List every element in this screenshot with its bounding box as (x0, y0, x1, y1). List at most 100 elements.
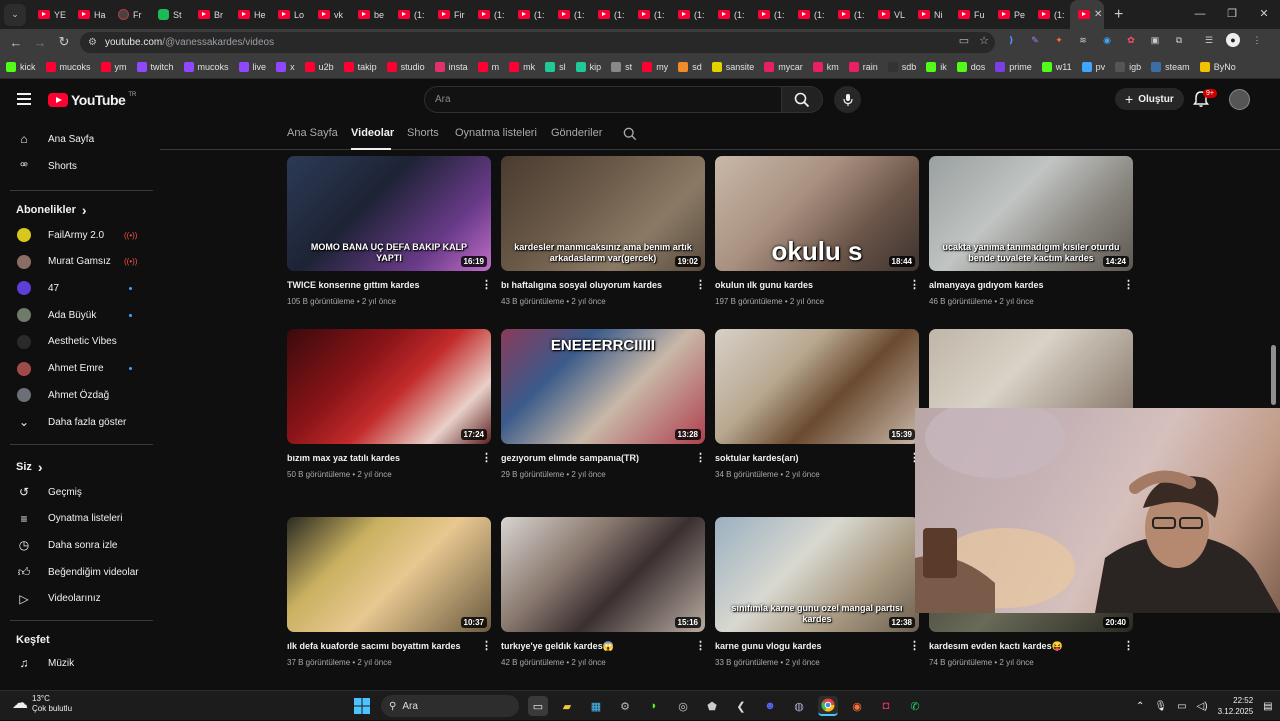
browser-tab[interactable]: Ni (910, 0, 950, 29)
back-icon[interactable]: ← (4, 35, 28, 50)
channel-tab[interactable]: Ana Sayfa (287, 127, 338, 139)
browser-tab[interactable]: Fr (110, 0, 150, 29)
bookmark-item[interactable]: kip (575, 61, 601, 72)
app-icon[interactable]: ◎ (673, 696, 693, 716)
browser-tab[interactable]: Pe (990, 0, 1030, 29)
bookmark-item[interactable]: live (238, 61, 266, 72)
you-heading[interactable]: Siz › (16, 459, 43, 475)
browser-tab[interactable]: Ha (70, 0, 110, 29)
settings-icon[interactable]: ⚙ (615, 696, 635, 716)
profile-icon[interactable]: ● (1226, 33, 1240, 47)
sidebar-item-subscription[interactable]: Aesthetic Vibes (0, 329, 155, 355)
video-title[interactable]: TWICE konserıne gıttım kardes (287, 280, 477, 290)
more-actions-icon[interactable]: ⋮ (695, 639, 706, 652)
close-window-icon[interactable]: ✕ (1248, 0, 1280, 29)
bookmark-item[interactable]: sl (545, 61, 566, 72)
browser-tab[interactable]: VL (870, 0, 910, 29)
taskbar-search[interactable]: ⚲ Ara (381, 695, 519, 717)
network-icon[interactable]: ▭ (1177, 701, 1186, 712)
sidebar-item-subscription[interactable]: Ahmet Emre (0, 356, 155, 382)
bookmark-item[interactable]: ByNo (1199, 61, 1236, 72)
video-title[interactable]: almanyaya gıdıyom kardes (929, 280, 1119, 290)
task-view-icon[interactable]: ▭ (528, 696, 548, 716)
bookmark-item[interactable]: u2b (304, 61, 334, 72)
new-tab-button[interactable]: + (1114, 6, 1123, 24)
video-title[interactable]: okulun ılk gunu kardes (715, 280, 905, 290)
sidebar-item[interactable]: ⌄ Daha fazla göster (0, 409, 155, 435)
app-icon[interactable]: ⬟ (702, 696, 722, 716)
file-explorer-icon[interactable]: ▰ (557, 696, 577, 716)
spotify-like-icon[interactable]: ◗ (644, 696, 664, 716)
more-actions-icon[interactable]: ⋮ (909, 278, 920, 291)
more-actions-icon[interactable]: ⋮ (1123, 278, 1134, 291)
bookmark-item[interactable]: sansite (711, 61, 754, 72)
browser-tab[interactable]: vk (310, 0, 350, 29)
browser-tab[interactable]: (1: (470, 0, 510, 29)
sidebar-item[interactable]: ♫ Müzik (0, 650, 155, 676)
chrome-icon[interactable] (818, 696, 838, 716)
video-thumbnail[interactable]: 15:16 (501, 517, 705, 632)
browser-tab[interactable]: Fu (950, 0, 990, 29)
bookmark-item[interactable]: dos (956, 61, 985, 72)
volume-icon[interactable]: ◁) (1197, 701, 1208, 712)
bookmark-item[interactable]: prime (995, 61, 1032, 72)
channel-tab[interactable]: Oynatma listeleri (455, 127, 537, 139)
discord-icon[interactable]: ☻ (760, 696, 780, 716)
extension-icon[interactable]: ≋ (1076, 33, 1090, 47)
instagram-icon[interactable]: ◘ (876, 696, 896, 716)
browser-tab-active[interactable]: ✕ (1070, 0, 1104, 29)
media-controls-icon[interactable]: ☰ (1202, 33, 1216, 47)
bookmark-item[interactable]: km (812, 61, 839, 72)
browser-tab[interactable]: (1: (1030, 0, 1070, 29)
sidebar-item[interactable]: ⌂ Ana Sayfa (0, 126, 155, 152)
browser-tab[interactable]: (1: (390, 0, 430, 29)
bookmark-item[interactable]: twitch (136, 61, 174, 72)
whatsapp-icon[interactable]: ✆ (905, 696, 925, 716)
mic-tray-icon[interactable]: 🎙︎ (1154, 701, 1167, 712)
video-title[interactable]: gezıyorum elımde sampanıa(TR) (501, 453, 691, 463)
video-title[interactable]: karne gunu vlogu kardes (715, 641, 905, 651)
bookmark-item[interactable]: rain (848, 61, 878, 72)
browser-tab[interactable]: (1: (750, 0, 790, 29)
bookmark-item[interactable]: pv (1081, 61, 1105, 72)
extension-icon[interactable]: ✦ (1052, 33, 1066, 47)
video-title[interactable]: kardesım evden kactı kardes😝 (929, 641, 1119, 652)
more-actions-icon[interactable]: ⋮ (695, 278, 706, 291)
browser-tab[interactable]: (1: (710, 0, 750, 29)
weather-widget[interactable]: ☁ 13°C Çok bulutlu (12, 694, 72, 714)
sidebar-item[interactable]: ▷ Videolarınız (0, 586, 155, 612)
bookmark-item[interactable]: sdb (887, 61, 916, 72)
browser-tab[interactable]: (1: (550, 0, 590, 29)
browser-menu-icon[interactable]: ⋮ (1250, 33, 1264, 47)
tray-overflow-icon[interactable]: ⌃ (1136, 701, 1144, 712)
video-thumbnail[interactable]: 15:39 (715, 329, 919, 444)
sidebar-item-subscription[interactable]: Ada Büyük (0, 302, 155, 328)
youtube-logo[interactable]: YouTube TR (48, 92, 136, 108)
tab-search-icon[interactable]: ⌄ (4, 3, 26, 26)
extension-icon[interactable]: ▣ (1148, 33, 1162, 47)
browser-tab[interactable]: Lo (270, 0, 310, 29)
sidebar-item-subscription[interactable]: Ahmet Özdağ (0, 382, 155, 408)
browser-tab[interactable]: (1: (590, 0, 630, 29)
clock[interactable]: 22:52 3.12.2025 (1218, 695, 1254, 717)
video-thumbnail[interactable]: sınıfımla karne gunu ozel mangal partısı… (715, 517, 919, 632)
bookmark-item[interactable]: m (477, 61, 499, 72)
create-button[interactable]: + Oluştur (1115, 88, 1184, 110)
video-title[interactable]: soktular kardes(arı) (715, 453, 905, 463)
url-bar[interactable]: ⚙ youtube.com/@vanessakardes/videos ▭ ☆ (80, 32, 995, 53)
reload-icon[interactable]: ↻ (52, 34, 76, 50)
browser-tab[interactable]: YE (30, 0, 70, 29)
bookmark-item[interactable]: w11 (1041, 61, 1072, 72)
browser-tab[interactable]: He (230, 0, 270, 29)
bookmark-item[interactable]: mucoks (183, 61, 229, 72)
more-actions-icon[interactable]: ⋮ (481, 451, 492, 464)
minimize-icon[interactable]: — (1184, 0, 1216, 29)
bookmark-item[interactable]: my (642, 61, 668, 72)
bookmark-item[interactable]: insta (434, 61, 468, 72)
browser-tab[interactable]: Br (190, 0, 230, 29)
sidebar-item[interactable]: ≡ Oynatma listeleri (0, 506, 155, 532)
cast-icon[interactable]: ▭ (959, 34, 969, 47)
browser-tab[interactable]: (1: (670, 0, 710, 29)
browser-tab[interactable]: (1: (830, 0, 870, 29)
browser-tab[interactable]: (1: (790, 0, 830, 29)
